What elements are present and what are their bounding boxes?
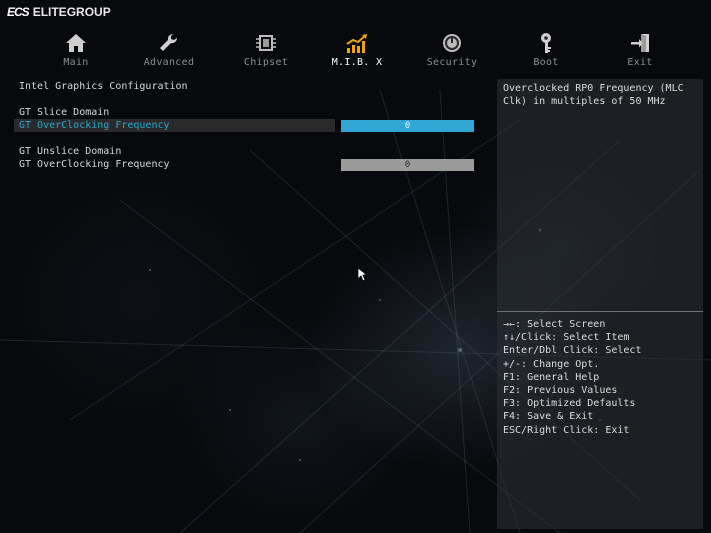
tab-label: Boot xyxy=(533,57,559,68)
gt-slice-domain-heading: GT Slice Domain xyxy=(19,107,110,118)
ecs-logo: ECS ELITEGROUP xyxy=(7,4,111,20)
tab-label: Exit xyxy=(627,57,653,68)
section-title: Intel Graphics Configuration xyxy=(19,81,188,92)
tab-label: Security xyxy=(426,57,478,68)
tab-label: Chipset xyxy=(243,57,289,68)
wrench-icon xyxy=(160,33,178,51)
gt-unslice-overclocking-value[interactable]: 0 xyxy=(341,159,474,171)
top-navigation: Main Advanced Chipset M.I.B. X Security … xyxy=(0,28,711,68)
key-hint: F3: Optimized Defaults xyxy=(503,398,636,410)
gt-slice-overclocking-value[interactable]: 0 xyxy=(341,120,474,132)
help-divider xyxy=(497,311,703,312)
gt-slice-overclocking-label[interactable]: GT OverClocking Frequency xyxy=(19,120,170,131)
key-hint: F4: Save & Exit xyxy=(503,411,594,423)
home-icon xyxy=(66,34,86,52)
tab-security[interactable]: Security xyxy=(412,28,492,68)
exit-icon xyxy=(631,34,649,52)
tab-label: Advanced xyxy=(143,57,195,68)
help-panel: Overclocked RP0 Frequency (MLC Clk) in m… xyxy=(497,79,703,529)
key-hint: ↑↓/Click: Select Item xyxy=(503,332,630,344)
tab-boot[interactable]: Boot xyxy=(506,28,586,68)
logo-text: ELITEGROUP xyxy=(32,5,111,19)
key-hint: →←: Select Screen xyxy=(503,319,606,330)
tab-main[interactable]: Main xyxy=(36,28,116,68)
key-hint: F1: General Help xyxy=(503,371,600,383)
power-icon xyxy=(443,34,461,52)
gt-unslice-domain-heading: GT Unslice Domain xyxy=(19,146,122,157)
tab-label: M.I.B. X xyxy=(331,57,383,68)
logo-mark: ECS xyxy=(7,5,30,19)
tab-exit[interactable]: Exit xyxy=(600,28,680,68)
tab-advanced[interactable]: Advanced xyxy=(129,28,209,68)
key-hint: F2: Previous Values xyxy=(503,385,618,397)
tab-label: Main xyxy=(63,57,89,68)
chip-icon xyxy=(256,35,276,51)
mouse-cursor-icon xyxy=(358,268,368,282)
key-hint: +/-: Change Opt. xyxy=(503,358,600,370)
help-description: Overclocked RP0 Frequency (MLC Clk) in m… xyxy=(503,83,684,107)
tab-chipset[interactable]: Chipset xyxy=(226,28,306,68)
gt-unslice-overclocking-label[interactable]: GT OverClocking Frequency xyxy=(19,159,170,170)
key-hint: ESC/Right Click: Exit xyxy=(503,424,630,436)
chart-icon xyxy=(346,34,367,53)
key-hint: Enter/Dbl Click: Select xyxy=(503,345,642,357)
key-icon xyxy=(541,33,551,53)
key-legend: →←: Select Screen ↑↓/Click: Select Item … xyxy=(503,318,641,437)
tab-mib-x[interactable]: M.I.B. X xyxy=(317,28,397,68)
